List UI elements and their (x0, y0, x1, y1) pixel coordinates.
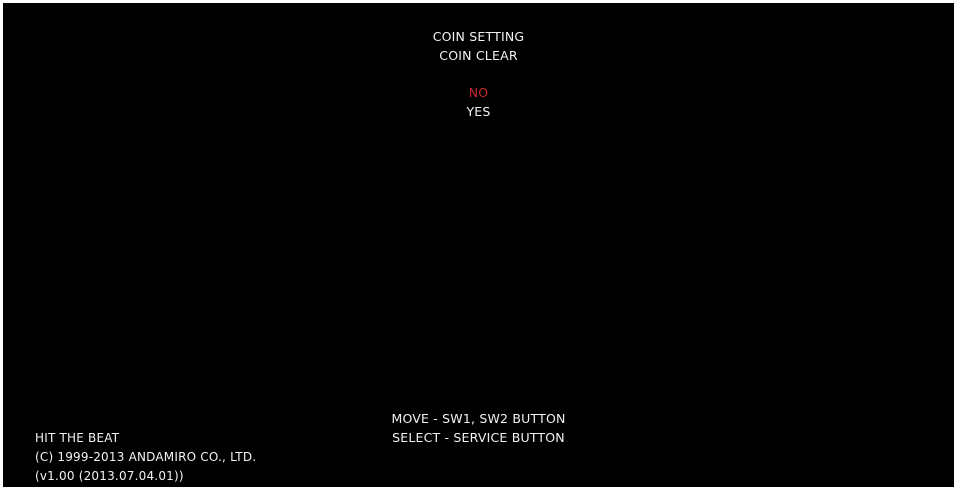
version-info: (v1.00 (2013.07.04.01)) (35, 469, 184, 483)
copyright-notice: (C) 1999-2013 ANDAMIRO CO., LTD. (35, 450, 257, 464)
game-title: HIT THE BEAT (35, 431, 120, 445)
menu-title: COIN SETTING COIN CLEAR (3, 27, 954, 65)
menu-title-coin-clear: COIN CLEAR (439, 48, 518, 63)
menu-option-yes[interactable]: YES (3, 102, 954, 121)
menu-options: NO YES (3, 83, 954, 121)
game-screen: COIN SETTING COIN CLEAR NO YES MOVE - SW… (3, 3, 954, 487)
controls-move-hint: MOVE - SW1, SW2 BUTTON (391, 411, 566, 426)
credits: HIT THE BEAT (C) 1999-2013 ANDAMIRO CO.,… (35, 429, 256, 486)
menu-option-no[interactable]: NO (3, 83, 954, 102)
menu-title-coin-setting: COIN SETTING (432, 29, 525, 44)
